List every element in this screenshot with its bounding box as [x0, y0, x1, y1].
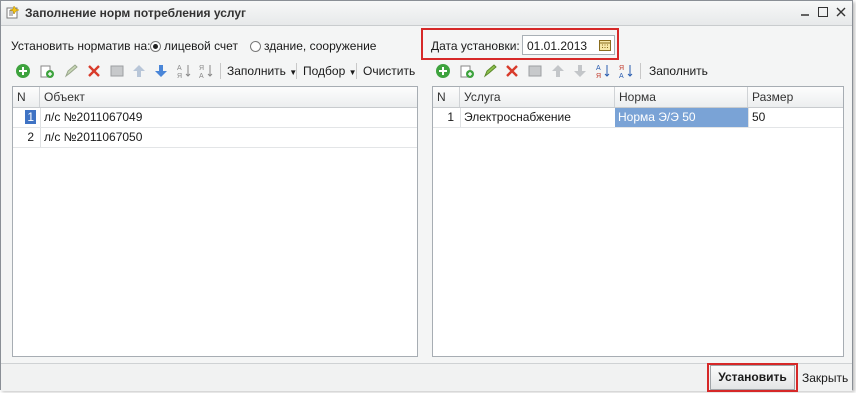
date-value: 01.01.2013	[527, 39, 588, 53]
delete-icon[interactable]	[504, 63, 520, 79]
delete-icon[interactable]	[86, 63, 102, 79]
fill-label: Заполнить	[227, 64, 286, 78]
service-cell[interactable]: Электроснабжение	[460, 108, 615, 127]
svg-text:A: A	[619, 73, 624, 79]
minimize-icon	[801, 14, 809, 16]
move-down-icon[interactable]	[153, 63, 169, 79]
toolbar-separator	[640, 63, 641, 79]
sort-asc-icon[interactable]: AЯ	[595, 63, 611, 79]
add-icon[interactable]	[15, 63, 31, 79]
size-cell[interactable]: 50	[748, 108, 843, 127]
maximize-button[interactable]	[815, 4, 831, 20]
select-button[interactable]: Подбор ▼	[303, 64, 357, 78]
post-icon[interactable]	[109, 63, 125, 79]
svg-text:Я: Я	[596, 73, 601, 79]
edit-icon[interactable]	[482, 63, 498, 79]
svg-text:Я: Я	[177, 73, 182, 79]
norm-cell[interactable]: Норма Э/Э 50	[615, 108, 748, 127]
table-header: N Услуга Норма Размер	[433, 87, 843, 108]
right-toolbar: AЯ ЯA Заполнить	[433, 61, 843, 81]
svg-text:Я: Я	[619, 65, 624, 72]
row-number-value: 1	[25, 110, 36, 124]
copy-icon[interactable]	[39, 63, 55, 79]
object-cell[interactable]: л/с №2011067050	[40, 128, 417, 147]
close-window-button[interactable]	[833, 4, 849, 20]
column-header-size[interactable]: Размер	[748, 87, 843, 107]
column-header-service[interactable]: Услуга	[460, 87, 615, 107]
date-input[interactable]: 01.01.2013	[522, 35, 615, 55]
window-title: Заполнение норм потребления услуг	[25, 6, 247, 20]
objects-table[interactable]: N Объект 1 л/с №2011067049 2 л/с №201106…	[12, 86, 418, 357]
radio-building-label: здание, сооружение	[264, 39, 377, 53]
maximize-icon	[818, 7, 828, 17]
fill-button[interactable]: Заполнить ▼	[227, 64, 297, 78]
svg-text:A: A	[596, 65, 601, 72]
date-label: Дата установки:	[431, 39, 520, 53]
radio-account[interactable]: лицевой счет	[150, 39, 238, 53]
move-down-icon[interactable]	[572, 63, 588, 79]
toolbar-separator	[356, 63, 357, 79]
radio-account-label: лицевой счет	[164, 39, 238, 53]
svg-text:A: A	[199, 73, 204, 79]
row-number: 2	[27, 130, 34, 144]
edit-icon[interactable]	[63, 63, 79, 79]
column-header-n[interactable]: N	[433, 87, 460, 107]
svg-text:Я: Я	[199, 65, 204, 72]
row-number: 1	[447, 110, 454, 124]
fill-button-right[interactable]: Заполнить	[649, 64, 708, 78]
table-row[interactable]: 1 л/с №2011067049	[13, 108, 417, 128]
toolbar-separator	[296, 63, 297, 79]
post-icon[interactable]	[527, 63, 543, 79]
column-header-norm[interactable]: Норма	[615, 87, 748, 107]
copy-icon[interactable]	[459, 63, 475, 79]
move-up-icon[interactable]	[550, 63, 566, 79]
minimize-button[interactable]	[797, 4, 813, 20]
radio-dot-checked	[150, 41, 161, 52]
table-header: N Объект	[13, 87, 417, 108]
svg-text:A: A	[177, 65, 182, 72]
add-icon[interactable]	[435, 63, 451, 79]
move-up-icon[interactable]	[131, 63, 147, 79]
select-label: Подбор	[303, 64, 346, 78]
title-bar: Заполнение норм потребления услуг	[1, 1, 852, 26]
services-table[interactable]: N Услуга Норма Размер 1 Электроснабжение…	[432, 86, 844, 357]
radio-dot	[250, 41, 261, 52]
radio-building[interactable]: здание, сооружение	[250, 39, 376, 53]
object-cell[interactable]: л/с №2011067049	[40, 108, 417, 127]
column-header-n[interactable]: N	[13, 87, 40, 107]
left-toolbar: AЯ ЯA Заполнить ▼ Подбор ▼ Очистить	[13, 61, 418, 81]
clear-button[interactable]: Очистить	[363, 64, 415, 78]
row-number: 1	[13, 108, 40, 127]
form-icon	[6, 5, 20, 19]
toolbar-separator	[220, 63, 221, 79]
norm-label: Установить норматив на:	[11, 39, 151, 53]
table-row[interactable]: 2 л/с №2011067050	[13, 128, 417, 148]
sort-desc-icon[interactable]: ЯA	[198, 63, 214, 79]
sort-desc-icon[interactable]: ЯA	[618, 63, 634, 79]
sort-asc-icon[interactable]: AЯ	[176, 63, 192, 79]
dialog-window: Заполнение норм потребления услуг Устано…	[0, 0, 853, 392]
set-button[interactable]: Установить	[710, 365, 795, 390]
column-header-object[interactable]: Объект	[40, 87, 417, 107]
close-button[interactable]: Закрыть	[802, 371, 848, 385]
calendar-icon[interactable]	[599, 39, 611, 51]
table-row[interactable]: 1 Электроснабжение Норма Э/Э 50 50	[433, 108, 843, 128]
close-icon	[836, 7, 846, 17]
